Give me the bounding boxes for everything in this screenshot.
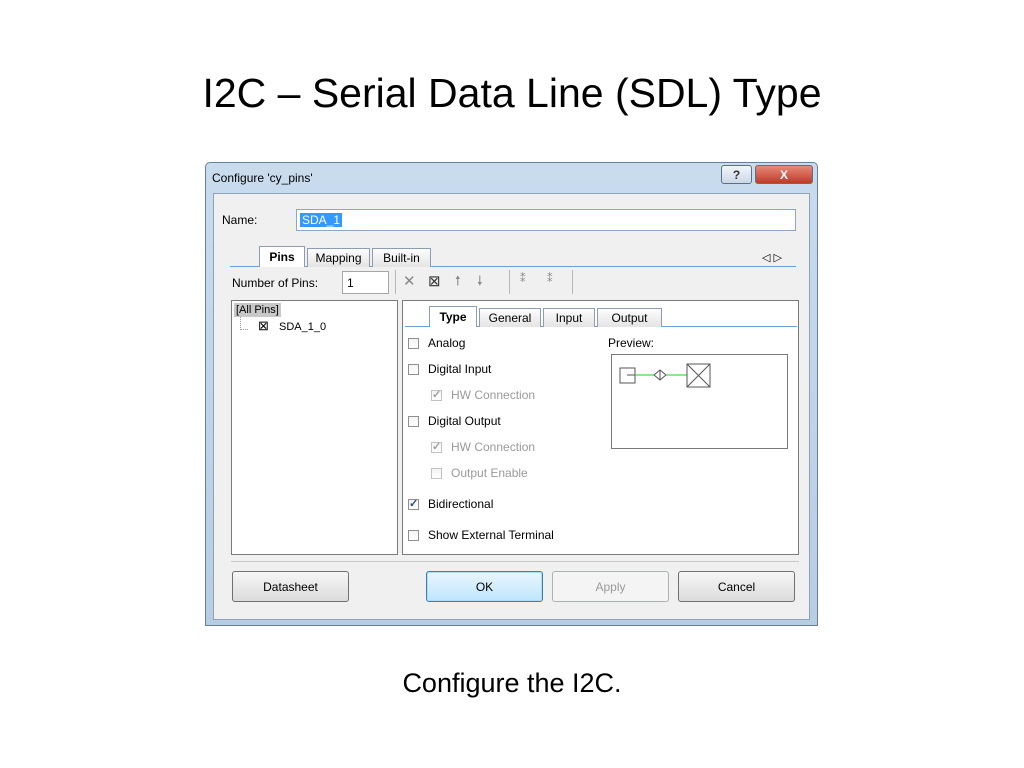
pin-icon: ⊠ xyxy=(258,318,269,333)
do-hw-connection-label: HW Connection xyxy=(451,440,536,454)
di-hw-connection-checkbox: ✓ xyxy=(431,388,442,401)
pin-preview-diagram xyxy=(619,363,711,388)
analog-label: Analog xyxy=(428,336,466,350)
toolbar-separator-3 xyxy=(572,270,573,294)
datasheet-button[interactable]: Datasheet xyxy=(232,571,349,602)
tab-general[interactable]: General xyxy=(479,308,541,327)
dialog-client-area: Name: SDA_1 Pins Mapping Built-in ◁ ▷ Nu… xyxy=(213,193,810,620)
slide-caption: Configure the I2C. xyxy=(402,668,622,698)
preview-label: Preview: xyxy=(608,336,655,350)
show-external-terminal-label: Show External Terminal xyxy=(428,528,554,542)
close-button[interactable]: X xyxy=(755,165,813,184)
ok-button[interactable]: OK xyxy=(426,571,543,602)
tree-connector xyxy=(240,317,248,330)
apply-button[interactable]: Apply xyxy=(552,571,669,602)
tab-scroll-arrows[interactable]: ◁ ▷ xyxy=(762,251,782,264)
tab-mapping[interactable]: Mapping xyxy=(307,248,370,267)
bidirectional-option[interactable]: ✓ Bidirectional xyxy=(408,497,493,511)
name-label: Name: xyxy=(222,213,258,227)
do-hw-connection-checkbox: ✓ xyxy=(431,440,442,453)
cancel-button[interactable]: Cancel xyxy=(678,571,795,602)
tab-output[interactable]: Output xyxy=(597,308,662,327)
bidirectional-label: Bidirectional xyxy=(428,497,494,511)
digital-input-checkbox[interactable] xyxy=(408,363,419,375)
name-input-value: SDA_1 xyxy=(300,213,343,227)
tree-root-all-pins[interactable]: [All Pins] xyxy=(234,303,281,317)
move-down-icon[interactable]: 🠗 xyxy=(477,272,483,294)
digital-input-label: Digital Input xyxy=(428,362,492,376)
tab-built-in[interactable]: Built-in xyxy=(372,248,431,267)
pin-tree[interactable]: [All Pins] ⊠ SDA_1_0 xyxy=(231,300,398,555)
button-separator xyxy=(231,561,799,562)
name-input[interactable]: SDA_1 xyxy=(296,209,796,231)
move-up-icon[interactable]: 🠕 xyxy=(455,272,461,294)
digital-output-option[interactable]: Digital Output xyxy=(408,414,501,428)
delete-icon[interactable]: ✕ xyxy=(403,272,416,290)
help-button[interactable]: ? xyxy=(721,165,752,184)
tab-input[interactable]: Input xyxy=(543,308,595,327)
digital-input-option[interactable]: Digital Input xyxy=(408,362,491,376)
digital-output-label: Digital Output xyxy=(428,414,501,428)
number-of-pins-field[interactable]: 1 xyxy=(342,271,389,294)
pair-icon[interactable]: ⁑ xyxy=(520,272,526,285)
tab-pins[interactable]: Pins xyxy=(259,246,305,267)
show-external-terminal-option[interactable]: Show External Terminal xyxy=(408,528,554,542)
do-hw-connection-option: ✓ HW Connection xyxy=(431,440,535,454)
slide-title: I2C – Serial Data Line (SDL) Type xyxy=(202,70,822,116)
digital-output-checkbox[interactable] xyxy=(408,415,419,427)
analog-checkbox[interactable] xyxy=(408,337,419,349)
output-enable-label: Output Enable xyxy=(451,466,528,480)
output-enable-checkbox xyxy=(431,467,442,479)
configure-dialog: Configure 'cy_pins' ? X Name: SDA_1 Pins… xyxy=(205,162,818,626)
toolbar-separator xyxy=(395,270,396,294)
tree-item-sda-1-0[interactable]: SDA_1_0 xyxy=(279,321,326,333)
dialog-title: Configure 'cy_pins' xyxy=(212,171,313,185)
tab-type[interactable]: Type xyxy=(429,306,477,327)
preview-box xyxy=(611,354,788,449)
di-hw-connection-option: ✓ HW Connection xyxy=(431,388,535,402)
assign-pin-icon[interactable]: ⊠ xyxy=(428,272,441,290)
number-of-pins-label: Number of Pins: xyxy=(232,276,319,290)
analog-option[interactable]: Analog xyxy=(408,336,465,350)
bidirectional-checkbox[interactable]: ✓ xyxy=(408,498,419,510)
toolbar-separator-2 xyxy=(509,270,510,294)
show-external-terminal-checkbox[interactable] xyxy=(408,529,419,541)
unpair-icon[interactable]: ⁑ xyxy=(547,272,553,285)
output-enable-option: Output Enable xyxy=(431,466,528,480)
di-hw-connection-label: HW Connection xyxy=(451,388,536,402)
